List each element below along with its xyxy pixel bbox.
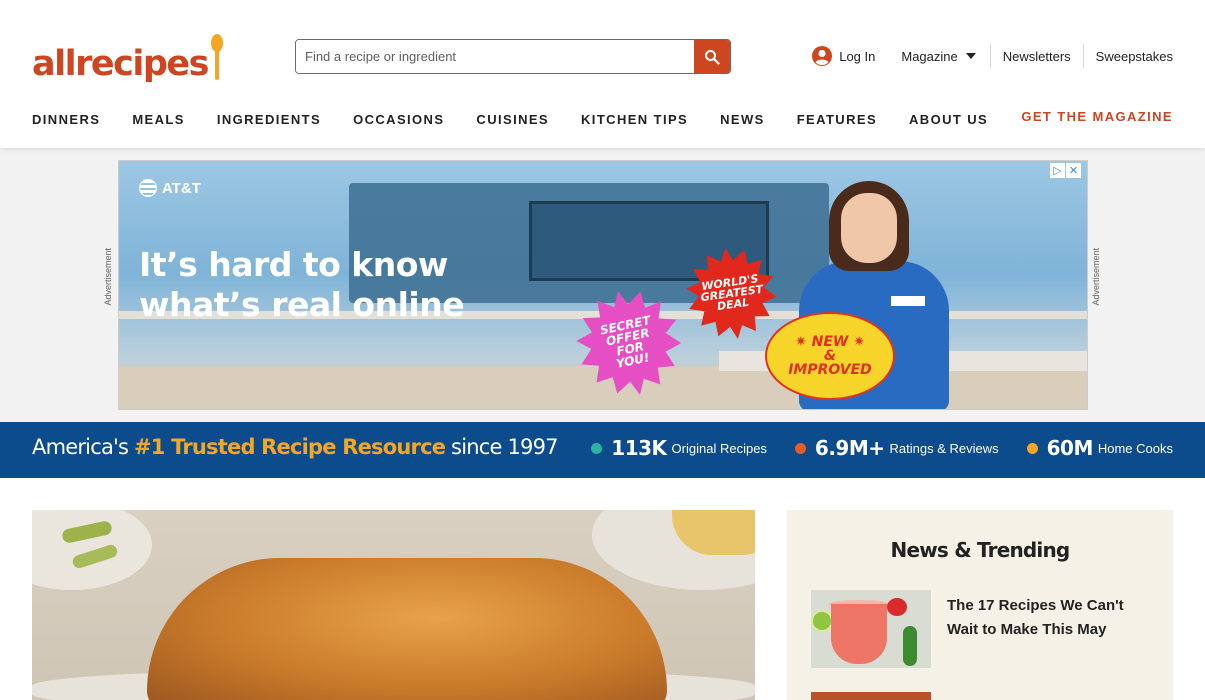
magazine-label: Magazine — [901, 48, 958, 64]
stat-original-recipes: 113K Original Recipes — [591, 436, 767, 460]
trust-highlight: #1 Trusted Recipe Resource — [134, 435, 446, 459]
ad-choices-icon[interactable]: ▷ — [1050, 163, 1065, 178]
logo-text: allrecipes — [32, 44, 209, 84]
ad-controls: ▷ ✕ — [1050, 163, 1081, 178]
trending-item-thumbnail-next[interactable] — [811, 692, 931, 700]
nav-occasions[interactable]: OCCASIONS — [353, 112, 444, 127]
get-the-magazine-link[interactable]: GET THE MAGAZINE — [1021, 109, 1173, 124]
stat-home-cooks: 60M Home Cooks — [1026, 436, 1173, 460]
advertisement-band: Advertisement Advertisement AT&T It’s ha… — [0, 148, 1205, 422]
nav-news[interactable]: NEWS — [720, 112, 765, 127]
nav-features[interactable]: FEATURES — [797, 112, 877, 127]
header-links: Log In Magazine Newsletters Sweepstakes — [811, 42, 1173, 70]
nav-ingredients[interactable]: INGREDIENTS — [217, 112, 321, 127]
news-trending-heading: News & Trending — [890, 538, 1071, 562]
att-globe-icon — [139, 179, 157, 197]
trending-item-thumbnail[interactable] — [811, 590, 931, 668]
ad-headline: It’s hard to know what’s real online — [139, 245, 465, 325]
magazine-dropdown[interactable]: Magazine — [901, 44, 991, 68]
ad-brand-name: AT&T — [162, 179, 201, 197]
main-nav: DINNERS MEALS INGREDIENTS OCCASIONS CUIS… — [32, 109, 1173, 129]
ad-label-left: Advertisement — [103, 248, 113, 306]
login-link[interactable]: Log In — [811, 45, 875, 67]
ad-headline-line-1: It’s hard to know — [139, 245, 448, 284]
search-icon — [705, 49, 720, 65]
newsletters-link[interactable]: Newsletters — [991, 44, 1084, 68]
ad-close-icon[interactable]: ✕ — [1066, 163, 1081, 178]
ad-headline-line-2: what’s real online — [139, 285, 465, 324]
search-button[interactable] — [694, 40, 730, 73]
yellow-dot-icon — [1026, 442, 1038, 454]
site-header: allrecipes Log In Magazine Newsletters S… — [0, 0, 1205, 148]
site-stats: 113K Original Recipes 6.9M+ Ratings & Re… — [563, 436, 1173, 460]
trust-tagline: America's #1 Trusted Recipe Resource sin… — [32, 435, 559, 459]
teal-dot-icon — [591, 442, 603, 454]
nav-meals[interactable]: MEALS — [132, 112, 185, 127]
nav-about-us[interactable]: ABOUT US — [909, 112, 988, 127]
search-input[interactable] — [296, 40, 694, 73]
ad-banner[interactable]: AT&T It’s hard to know what’s real onlin… — [118, 160, 1088, 410]
att-logo: AT&T — [139, 179, 201, 197]
news-trending-panel: News & Trending The 17 Recipes We Can't … — [787, 510, 1173, 700]
ad-label-right: Advertisement — [1091, 248, 1101, 306]
trending-item[interactable]: The 17 Recipes We Can't Wait to Make Thi… — [811, 590, 1151, 668]
secret-offer-burst: SECRET OFFER FOR YOU! — [564, 278, 694, 408]
caret-down-icon — [965, 53, 976, 59]
spoon-icon — [210, 34, 224, 82]
account-icon — [812, 46, 833, 66]
nav-kitchen-tips[interactable]: KITCHEN TIPS — [581, 112, 688, 127]
nav-cuisines[interactable]: CUISINES — [476, 112, 549, 127]
allrecipes-logo[interactable]: allrecipes — [32, 30, 224, 82]
sweepstakes-link[interactable]: Sweepstakes — [1084, 44, 1173, 68]
trust-band: America's #1 Trusted Recipe Resource sin… — [0, 422, 1205, 478]
nav-dinners[interactable]: DINNERS — [32, 112, 100, 127]
new-improved-badge: ✷ NEW ✷ & IMPROVED — [764, 311, 896, 401]
stat-ratings-reviews: 6.9M+ Ratings & Reviews — [794, 436, 999, 460]
orange-dot-icon — [794, 442, 806, 454]
hero-recipe-image[interactable] — [32, 510, 755, 700]
trending-item-title[interactable]: The 17 Recipes We Can't Wait to Make Thi… — [947, 594, 1147, 668]
login-label: Log In — [839, 48, 876, 64]
search-bar — [295, 39, 731, 74]
